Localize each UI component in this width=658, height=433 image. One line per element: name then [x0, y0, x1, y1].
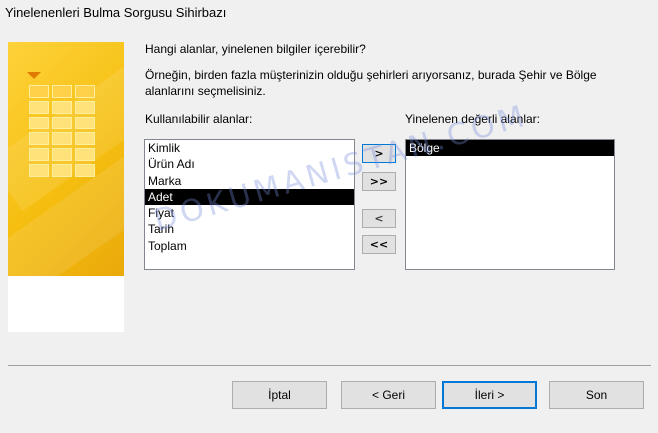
back-button[interactable]: < Geri — [341, 381, 436, 409]
duplicate-fields-label: Yinelenen değerli alanlar: — [405, 112, 540, 126]
list-item[interactable]: Fiyat — [145, 205, 354, 221]
available-fields-list[interactable]: Kimlik Ürün Adı Marka Adet Fiyat Tarih T… — [144, 139, 355, 270]
wizard-side-panel — [8, 42, 124, 332]
intro-example: Örneğin, birden fazla müşterinizin olduğ… — [145, 68, 597, 98]
list-item[interactable]: Tarih — [145, 221, 354, 237]
cancel-button[interactable]: İptal — [232, 381, 327, 409]
remove-field-button[interactable]: < — [362, 209, 396, 228]
duplicate-fields-list[interactable]: Bölge — [405, 139, 615, 270]
wizard-illustration — [8, 42, 124, 276]
list-item[interactable]: Kimlik — [145, 140, 354, 156]
list-item[interactable]: Ürün Adı — [145, 156, 354, 172]
remove-all-fields-button[interactable]: << — [362, 235, 396, 254]
add-all-fields-button[interactable]: >> — [362, 172, 396, 191]
list-item-selected[interactable]: Adet — [145, 188, 354, 206]
intro-question: Hangi alanlar, yinelenen bilgiler içereb… — [145, 42, 366, 56]
list-item[interactable]: Marka — [145, 173, 354, 189]
finish-button[interactable]: Son — [549, 381, 644, 409]
window-title: Yinelenenleri Bulma Sorgusu Sihirbazı — [5, 5, 227, 20]
table-grid-icon — [29, 85, 95, 177]
available-fields-label: Kullanılabilir alanlar: — [145, 112, 253, 126]
add-field-button[interactable]: > — [362, 144, 396, 163]
footer-divider — [8, 365, 651, 366]
list-item[interactable]: Toplam — [145, 238, 354, 254]
arrow-down-icon — [27, 72, 41, 79]
next-button[interactable]: İleri > — [442, 381, 537, 409]
list-item-selected[interactable]: Bölge — [406, 140, 614, 157]
